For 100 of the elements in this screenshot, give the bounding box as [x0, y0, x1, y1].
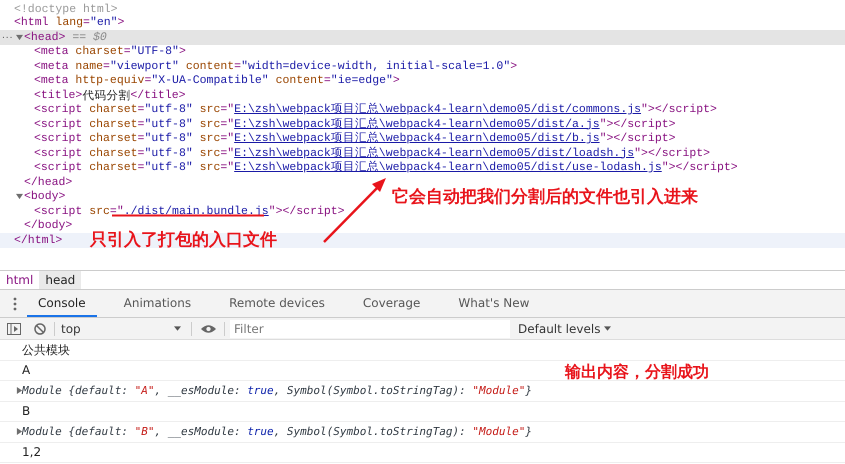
markup-token: src	[198, 116, 220, 133]
markup-token: ="	[220, 131, 234, 148]
markup-token: "></script>	[600, 116, 676, 132]
file-link[interactable]: E:\zsh\webpack项目汇总\webpack4-learn\demo05/dist/loadsh.js	[234, 144, 634, 162]
markup-token: =	[83, 15, 90, 32]
markup-token: =	[138, 160, 144, 176]
dom-node-row[interactable]: </html>	[14, 232, 62, 249]
markup-token: <meta	[34, 44, 69, 60]
console-message: 公共模块	[0, 340, 845, 360]
markup-token: src	[198, 160, 220, 176]
annotation-note: 只引入了打包的入口文件	[90, 229, 277, 252]
markup-token: "utf-8"	[144, 160, 193, 176]
markup-token: ="	[220, 146, 234, 162]
dom-node-row[interactable]: <meta charset="UTF-8">	[34, 43, 186, 60]
dom-node-row[interactable]: <script charset="utf-8" src="E:\zsh\webpack项目汇总\webpack4-learn\demo05/dist/commons.js"></script>	[34, 101, 717, 118]
dropdown-caret-icon	[604, 326, 612, 331]
doctype-line: <!doctype html>	[13, 2, 119, 16]
markup-token: "></script>	[641, 102, 717, 118]
dom-node-row[interactable]: <script charset="utf-8" src="E:\zsh\webpack项目汇总\webpack4-learn\demo05/dist/use-lodash.js"></script>	[34, 159, 738, 176]
markup-token: "ie=edge"	[330, 73, 393, 90]
markup-token: =	[103, 58, 110, 74]
markup-token: http-equiv	[74, 73, 144, 90]
markup-token: <head>	[24, 30, 66, 46]
markup-token: ="	[220, 160, 234, 176]
node-actions-ellipsis[interactable]: ...	[1, 31, 12, 44]
sidebar-toggle-icon[interactable]	[7, 322, 21, 334]
markup-token: charset	[88, 146, 138, 162]
markup-token: charset	[88, 160, 138, 176]
file-link[interactable]: E:\zsh\webpack项目汇总\webpack4-learn\demo05/dist/a.js	[234, 116, 600, 133]
markup-token: <script	[34, 146, 82, 162]
markup-token: =	[138, 131, 144, 148]
dom-node-row[interactable]: <meta http-equiv="X-UA-Compatible" content="ie=edge">	[34, 72, 400, 90]
file-link[interactable]: E:\zsh\webpack项目汇总\webpack4-learn\demo05/dist/commons.js	[234, 101, 642, 118]
more-options-icon[interactable]	[13, 296, 17, 310]
markup-token: name	[74, 58, 104, 74]
markup-token: <html	[14, 15, 49, 32]
markup-token: <script	[34, 160, 82, 176]
annotation-note: 输出内容，分割成功	[565, 361, 709, 383]
markup-token: >	[178, 44, 186, 60]
markup-token: src	[198, 102, 220, 118]
markup-token: "utf-8"	[144, 131, 193, 148]
console-message: Module {default: "A", __esModule: true, Symbol(Symbol.toStringTag): "Module"}	[0, 381, 845, 402]
breadcrumb[interactable]: head	[39, 271, 82, 289]
expand-triangle-icon[interactable]	[16, 428, 23, 436]
markup-token: src	[88, 204, 110, 220]
markup-token: "UTF-8"	[130, 44, 179, 60]
filter-field[interactable]: Filter	[230, 320, 510, 338]
markup-token: "utf-8"	[144, 146, 193, 162]
expand-triangle-icon[interactable]	[16, 387, 23, 394]
markup-token: <script	[34, 116, 82, 132]
markup-token: "X-UA-Compatible"	[151, 73, 269, 90]
dom-node-row[interactable]: <meta name="viewport" content="width=device-width, initial-scale=1.0">	[34, 58, 518, 75]
dom-node-row[interactable]: </head>	[24, 174, 72, 191]
drawer-tab[interactable]: What's New	[447, 290, 540, 317]
markup-token: =	[234, 58, 242, 74]
dom-node-row[interactable]: <body>	[24, 188, 66, 206]
markup-token: =	[324, 73, 331, 90]
file-link[interactable]: ./dist/main.bundle.js	[124, 202, 269, 220]
markup-token: charset	[88, 116, 138, 132]
drawer-tab[interactable]: Coverage	[352, 290, 432, 317]
dom-node-row[interactable]: <script charset="utf-8" src="E:\zsh\webpack项目汇总\webpack4-learn\demo05/dist/b.js"></script>	[34, 130, 676, 148]
dom-node-row[interactable]: <head> == $0	[24, 28, 107, 46]
expand-triangle-icon[interactable]	[16, 193, 23, 200]
annotation-note: 它会自动把我们分割后的文件也引入进来	[392, 186, 698, 209]
markup-token: </title>	[130, 88, 186, 104]
markup-token: =	[124, 44, 131, 60]
dom-node-row[interactable]: <script charset="utf-8" src="E:\zsh\webpack项目汇总\webpack4-learn\demo05/dist/a.js"></script>	[34, 116, 676, 133]
clear-console-icon[interactable]	[34, 322, 46, 334]
markup-token: content	[184, 58, 234, 74]
markup-token: <script	[34, 102, 82, 118]
dom-node-row[interactable]: <script src="./dist/main.bundle.js"></script>	[34, 202, 345, 220]
markup-token: "width=device-width, initial-scale=1.0"	[241, 58, 510, 74]
markup-token: src	[198, 146, 220, 162]
markup-token: ="	[110, 204, 124, 220]
markup-token: <meta	[34, 58, 69, 75]
markup-token: ="	[220, 102, 234, 118]
markup-token: "></script>	[662, 160, 738, 176]
markup-token: <meta	[34, 73, 69, 90]
dom-node-row[interactable]: <html lang="en">	[14, 14, 124, 32]
markup-token: =	[138, 102, 144, 118]
file-link[interactable]: E:\zsh\webpack项目汇总\webpack4-learn\demo05/dist/b.js	[234, 130, 600, 148]
dom-node-row[interactable]: <script charset="utf-8" src="E:\zsh\webpack项目汇总\webpack4-learn\demo05/dist/loadsh.js"></script>	[34, 144, 710, 162]
breadcrumb[interactable]: html	[0, 271, 40, 289]
dom-node-row[interactable]: </body>	[24, 217, 72, 234]
log-levels-dropdown[interactable]: Default levels	[518, 320, 612, 338]
markup-token: 代码分割	[82, 86, 130, 104]
markup-token: >	[510, 58, 518, 75]
markup-token: charset	[88, 131, 138, 148]
markup-token: charset	[88, 102, 138, 118]
markup-token: "></script>	[600, 131, 676, 148]
dom-node-row[interactable]: <title>代码分割</title>	[34, 86, 186, 104]
markup-token: =	[138, 146, 144, 162]
drawer-tab[interactable]: Animations	[112, 290, 202, 317]
drawer-tab[interactable]: Remote devices	[218, 290, 336, 317]
context-dropdown[interactable]: top	[61, 320, 183, 338]
eye-icon[interactable]	[201, 324, 216, 334]
markup-token: ="	[220, 116, 234, 132]
markup-token: charset	[74, 44, 124, 60]
file-link[interactable]: E:\zsh\webpack项目汇总\webpack4-learn\demo05/dist/use-lodash.js	[234, 159, 662, 176]
markup-token: <script	[34, 131, 82, 148]
